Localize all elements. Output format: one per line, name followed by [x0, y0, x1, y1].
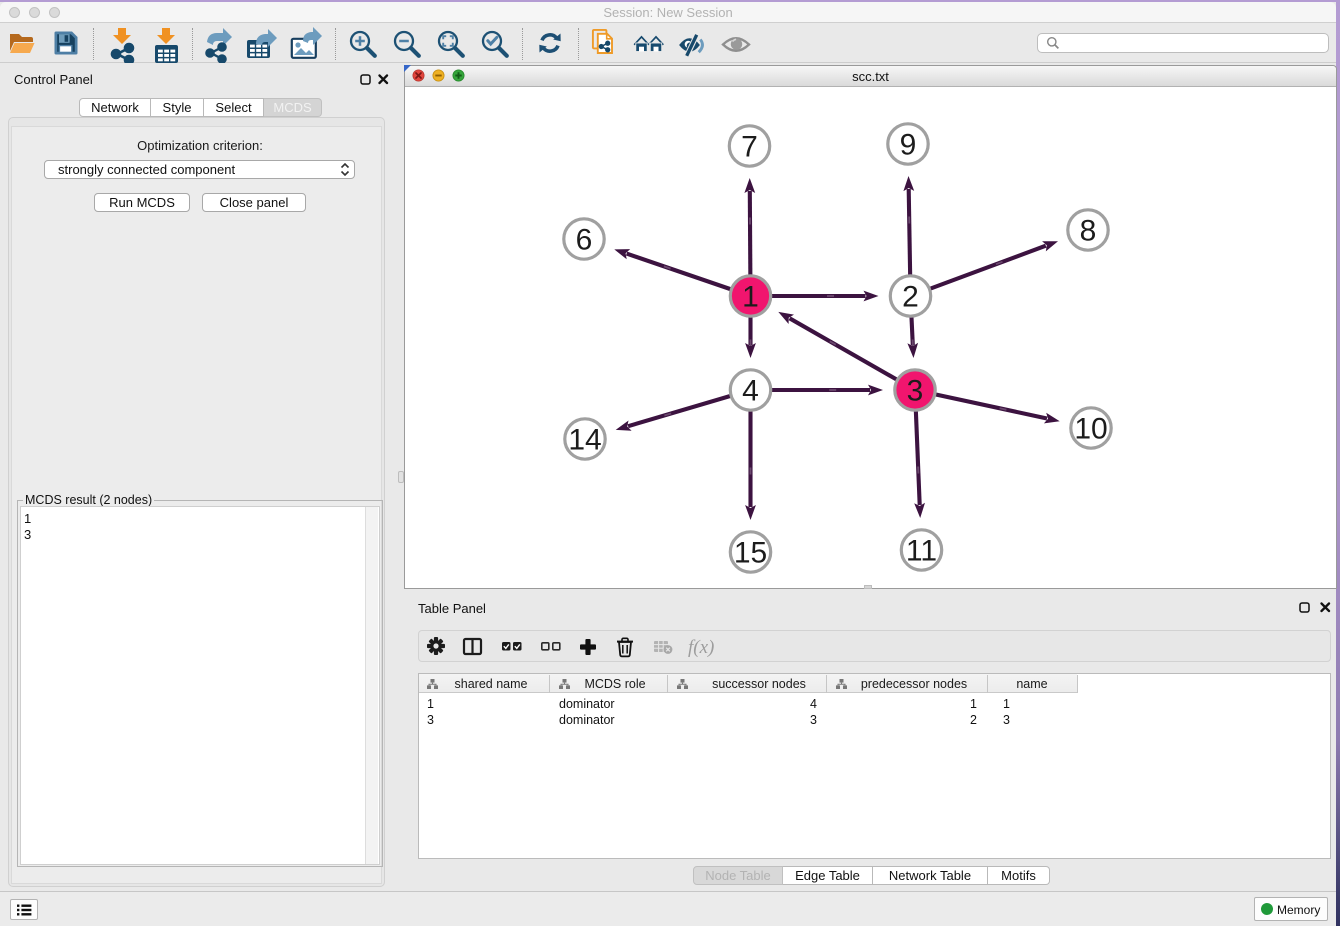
- svg-text:6: 6: [576, 224, 593, 257]
- svg-text:shared name: shared name: [455, 677, 528, 691]
- svg-text:15: 15: [734, 537, 767, 570]
- svg-text:7: 7: [741, 131, 758, 164]
- svg-text:3: 3: [907, 375, 924, 408]
- svg-text:successor nodes: successor nodes: [712, 677, 806, 691]
- svg-text:10: 10: [1074, 413, 1107, 446]
- svg-text:name: name: [1016, 677, 1047, 691]
- svg-text:8: 8: [1080, 215, 1097, 248]
- svg-text:predecessor nodes: predecessor nodes: [861, 677, 967, 691]
- svg-text:MCDS role: MCDS role: [584, 677, 645, 691]
- svg-text:4: 4: [742, 375, 759, 408]
- svg-text:9: 9: [900, 129, 917, 162]
- svg-text:1: 1: [742, 281, 759, 314]
- svg-text:14: 14: [568, 424, 601, 457]
- svg-text:11: 11: [906, 535, 937, 568]
- svg-text:2: 2: [902, 281, 919, 314]
- svg-text:f(x): f(x): [688, 637, 714, 658]
